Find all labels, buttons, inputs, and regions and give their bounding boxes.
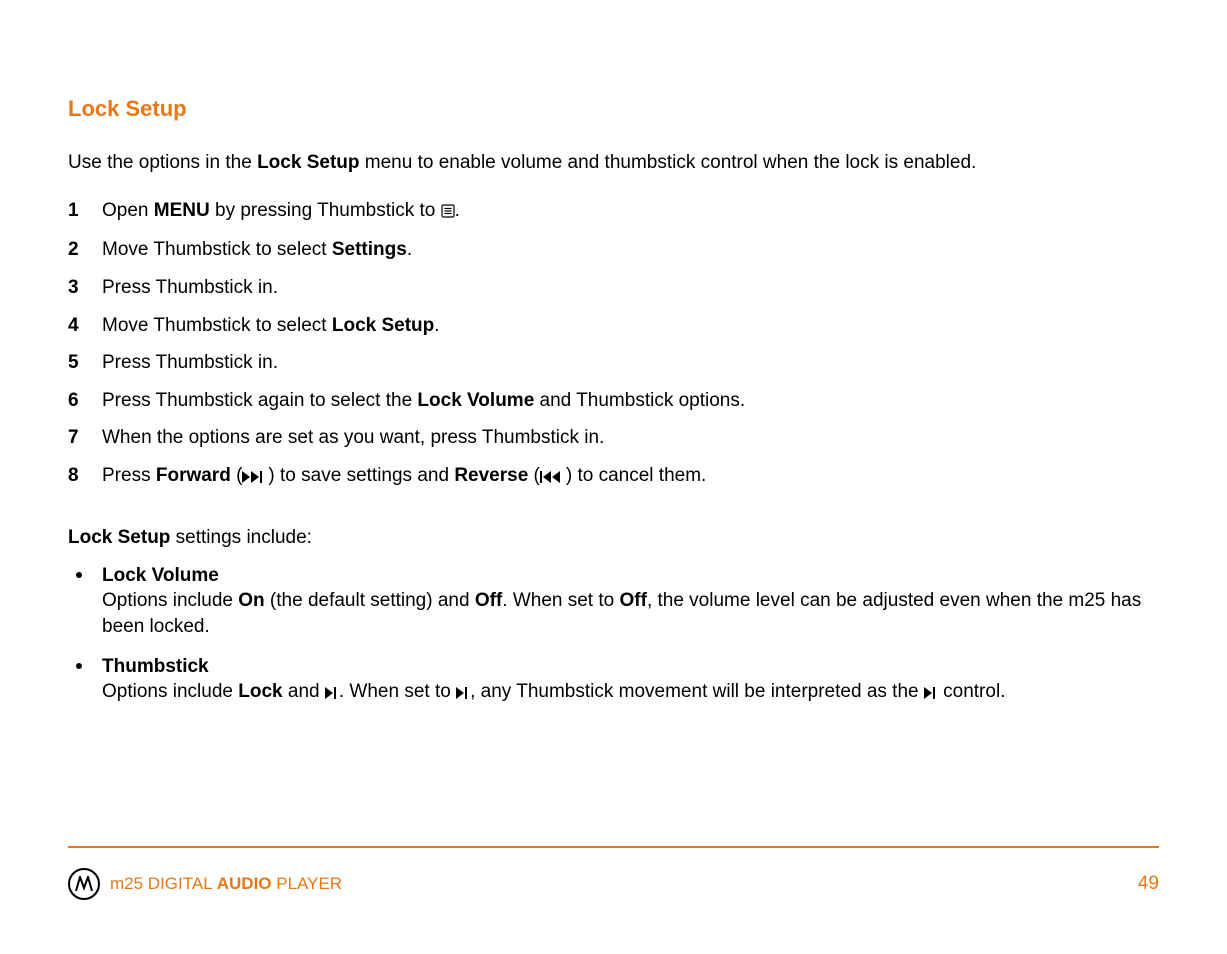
step-text: Move Thumbstick to select [102,315,332,336]
brand-pre: m25 DIGITAL [110,874,217,893]
step-body: Press Thumbstick in. [102,275,1159,301]
step-7: 7 When the options are set as you want, … [68,425,1159,451]
play-next-icon [924,681,938,707]
step-bold: Forward [156,465,231,486]
intro-paragraph: Use the options in the Lock Setup menu t… [68,150,1159,176]
settings-intro: Lock Setup settings include: [68,527,1159,549]
bullet-bold: Lock [238,681,282,702]
step-1: 1 Open MENU by pressing Thumbstick to . [68,198,1159,226]
bullet-bold: On [238,590,264,611]
step-text: Press [102,465,156,486]
step-bold: Lock Setup [332,315,434,336]
step-text: . [434,315,439,336]
step-body: When the options are set as you want, pr… [102,425,1159,451]
footer-line: m25 DIGITAL AUDIO PLAYER 49 [68,868,1159,900]
step-body: Press Thumbstick again to select the Loc… [102,388,1159,414]
brand-post: PLAYER [272,874,343,893]
play-next-icon [325,681,339,707]
bullet-text: Options include [102,590,238,611]
bullet-text: control. [938,681,1006,702]
step-number: 2 [68,237,102,263]
brand-bold: AUDIO [217,874,272,893]
document-page: Lock Setup Use the options in the Lock S… [0,0,1227,954]
page-number: 49 [1138,873,1159,895]
menu-icon [441,200,455,226]
step-body: Press Forward ( ) to save settings and Re… [102,463,1159,491]
step-list: 1 Open MENU by pressing Thumbstick to . … [68,198,1159,491]
bullet-title: Thumbstick [102,656,209,677]
bullet-text: (the default setting) and [265,590,475,611]
step-text: Open [102,200,154,221]
step-5: 5 Press Thumbstick in. [68,350,1159,376]
step-text: ) to save settings and [268,465,454,486]
bullet-text: Options include [102,681,238,702]
bullet-title: Lock Volume [102,565,219,586]
page-footer: m25 DIGITAL AUDIO PLAYER 49 [68,846,1159,900]
step-text: . [407,239,412,260]
bullet-text: and [283,681,325,702]
step-text: by pressing Thumbstick to [210,200,441,221]
step-number: 5 [68,350,102,376]
footer-brand: m25 DIGITAL AUDIO PLAYER [110,874,342,894]
step-text: and Thumbstick options. [534,390,745,411]
bullet-body: Thumbstick Options include Lock and . Wh… [102,654,1159,707]
motorola-logo-icon [68,868,100,900]
step-8: 8 Press Forward ( ) to save settings and … [68,463,1159,491]
step-text: Move Thumbstick to select [102,239,332,260]
step-number: 3 [68,275,102,301]
intro-bold: Lock Setup [257,152,359,173]
bullet-list: Lock Volume Options include On (the defa… [68,563,1159,707]
forward-icon [242,465,268,491]
step-body: Move Thumbstick to select Lock Setup. [102,313,1159,339]
bullet-text: , any Thumbstick movement will be interp… [470,681,924,702]
step-bold: Lock Volume [417,390,534,411]
section-heading: Lock Setup [68,96,1159,122]
step-2: 2 Move Thumbstick to select Settings. [68,237,1159,263]
step-body: Move Thumbstick to select Settings. [102,237,1159,263]
bullet-bold: Off [475,590,502,611]
step-number: 7 [68,425,102,451]
bullet-body: Lock Volume Options include On (the defa… [102,563,1159,640]
step-text: . [455,200,460,221]
step-number: 6 [68,388,102,414]
settings-intro-rest: settings include: [170,527,312,548]
footer-left: m25 DIGITAL AUDIO PLAYER [68,868,342,900]
intro-pre: Use the options in the [68,152,257,173]
bullet-marker [68,563,102,640]
bullet-text: . When set to [502,590,619,611]
step-bold: MENU [154,200,210,221]
step-number: 1 [68,198,102,226]
step-3: 3 Press Thumbstick in. [68,275,1159,301]
step-bold: Settings [332,239,407,260]
bullet-text: . When set to [339,681,456,702]
step-4: 4 Move Thumbstick to select Lock Setup. [68,313,1159,339]
step-bold: Reverse [454,465,528,486]
reverse-icon [540,465,566,491]
step-text: ( [231,465,243,486]
step-number: 8 [68,463,102,491]
step-number: 4 [68,313,102,339]
step-text: ( [528,465,540,486]
play-next-icon [456,681,470,707]
step-body: Press Thumbstick in. [102,350,1159,376]
settings-intro-bold: Lock Setup [68,527,170,548]
bullet-lock-volume: Lock Volume Options include On (the defa… [68,563,1159,640]
bullet-bold: Off [620,590,647,611]
bullet-marker [68,654,102,707]
step-6: 6 Press Thumbstick again to select the L… [68,388,1159,414]
footer-rule [68,846,1159,848]
step-body: Open MENU by pressing Thumbstick to . [102,198,1159,226]
intro-post: menu to enable volume and thumbstick con… [359,152,976,173]
step-text: ) to cancel them. [566,465,706,486]
step-text: Press Thumbstick again to select the [102,390,417,411]
bullet-thumbstick: Thumbstick Options include Lock and . Wh… [68,654,1159,707]
